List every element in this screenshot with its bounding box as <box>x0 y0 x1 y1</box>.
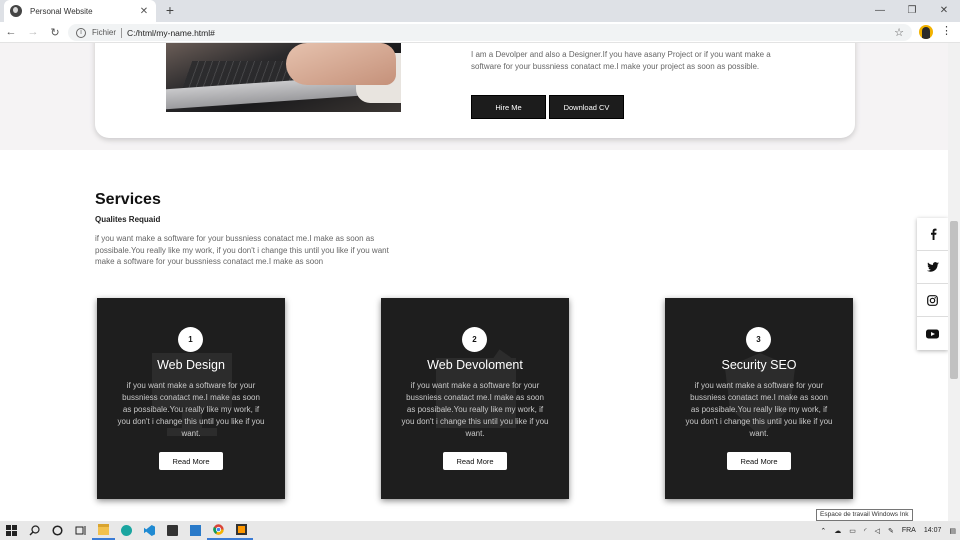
tab-title: Personal Website <box>30 6 93 16</box>
globe-icon <box>10 5 22 17</box>
new-tab-button[interactable]: + <box>162 2 178 18</box>
vscode-button[interactable] <box>138 521 161 540</box>
page-viewport: I am a Devolper and also a Designer.If y… <box>0 43 948 521</box>
card-title: Web Design <box>157 358 225 372</box>
card-text: if you want make a software for your bus… <box>685 381 833 438</box>
bookmark-star-icon[interactable]: ☆ <box>894 26 904 39</box>
back-icon[interactable]: ← <box>0 26 22 38</box>
windows-ink-icon[interactable]: ✎ <box>884 527 898 535</box>
cortana-button[interactable] <box>46 521 69 540</box>
services-subtitle: Qualites Requaid <box>95 215 161 224</box>
search-icon <box>29 525 40 536</box>
social-sidebar <box>917 218 948 350</box>
card-number-badge: 1 <box>178 327 203 352</box>
task-view-button[interactable] <box>69 521 92 540</box>
service-card-web-development: 2 Web Devoloment if you want make a soft… <box>381 298 569 499</box>
read-more-button[interactable]: Read More <box>159 452 223 470</box>
chrome-icon <box>213 524 224 535</box>
twitter-icon <box>926 262 939 272</box>
browser-tab[interactable]: Personal Website ✕ <box>4 0 156 22</box>
task-view-icon <box>75 526 86 535</box>
card-text: if you want make a software for your bus… <box>401 381 549 438</box>
minimize-button[interactable]: — <box>864 0 896 22</box>
clock[interactable]: 14:07 <box>920 527 946 534</box>
windows-logo-icon <box>6 525 17 536</box>
omnibox-scheme-label: Fichier <box>92 28 117 37</box>
folder-icon <box>98 524 109 535</box>
tab-bar: Personal Website ✕ + — ❐ ✕ <box>0 0 960 22</box>
service-card-security-seo: 3 Security SEO if you want make a softwa… <box>665 298 853 499</box>
volume-icon[interactable]: ◁ <box>871 527 884 535</box>
about-text: I am a Devolper and also a Designer.If y… <box>471 50 771 71</box>
profile-avatar[interactable] <box>919 25 933 39</box>
search-taskbar-button[interactable] <box>23 521 46 540</box>
sublime-button[interactable] <box>230 521 253 540</box>
forward-icon[interactable]: → <box>22 26 44 38</box>
hand-graphic <box>286 43 396 85</box>
youtube-icon <box>926 329 939 338</box>
read-more-button[interactable]: Read More <box>727 452 791 470</box>
address-bar[interactable]: i Fichier C:/html/my-name.html# ☆ <box>68 24 912 41</box>
services-title: Services <box>95 191 161 208</box>
instagram-icon <box>927 294 938 306</box>
sublime-icon <box>236 524 247 535</box>
card-number-badge: 2 <box>462 327 487 352</box>
onedrive-icon[interactable]: ☁ <box>830 527 845 535</box>
browser-toolbar: ← → ↻ i Fichier C:/html/my-name.html# ☆ … <box>0 22 960 43</box>
vscode-icon <box>144 525 155 536</box>
twitter-link[interactable] <box>917 251 948 284</box>
service-card-web-design: 1 Web Design if you want make a software… <box>97 298 285 499</box>
wifi-icon[interactable]: ◜ <box>860 527 871 535</box>
url-text[interactable]: C:/html/my-name.html# <box>127 28 894 38</box>
windows-ink-tooltip: Espace de travail Windows Ink <box>816 509 913 521</box>
window-controls: — ❐ ✕ <box>864 0 960 22</box>
laptop-photo <box>166 43 401 112</box>
windows-taskbar: ⌃ ☁ ▭ ◜ ◁ ✎ FRA 14:07 ▤ <box>0 521 960 540</box>
info-icon[interactable]: i <box>76 27 86 38</box>
browser-menu-icon[interactable]: ⋮ <box>941 24 952 37</box>
card-title: Security SEO <box>721 358 797 372</box>
restore-button[interactable]: ❐ <box>896 0 928 22</box>
facebook-link[interactable] <box>917 218 948 251</box>
close-window-button[interactable]: ✕ <box>928 0 960 22</box>
language-indicator[interactable]: FRA <box>898 527 920 534</box>
store-button[interactable] <box>161 521 184 540</box>
photos-button[interactable] <box>184 521 207 540</box>
download-cv-button[interactable]: Download CV <box>549 95 624 119</box>
file-explorer-button[interactable] <box>92 521 115 540</box>
hire-me-button[interactable]: Hire Me <box>471 95 546 119</box>
read-more-button[interactable]: Read More <box>443 452 507 470</box>
tray-expand-icon[interactable]: ⌃ <box>816 527 830 535</box>
chrome-button[interactable] <box>207 521 230 540</box>
start-button[interactable] <box>0 521 23 540</box>
system-tray: ⌃ ☁ ▭ ◜ ◁ ✎ FRA 14:07 ▤ <box>816 521 960 540</box>
battery-icon[interactable]: ▭ <box>845 527 860 535</box>
facebook-icon <box>930 228 936 240</box>
instagram-link[interactable] <box>917 284 948 317</box>
reload-icon[interactable]: ↻ <box>44 26 66 39</box>
card-title: Web Devoloment <box>427 358 523 372</box>
card-text: if you want make a software for your bus… <box>117 381 265 438</box>
services-description: if you want make a software for your bus… <box>95 234 389 266</box>
page-scrollbar[interactable] <box>948 43 960 521</box>
close-tab-icon[interactable]: ✕ <box>138 6 150 17</box>
omnibox-separator <box>121 27 123 38</box>
cortana-circle-icon <box>52 525 63 536</box>
scrollbar-thumb[interactable] <box>950 221 958 379</box>
notification-icon[interactable]: ▤ <box>945 527 960 535</box>
edge-button[interactable] <box>115 521 138 540</box>
youtube-link[interactable] <box>917 317 948 350</box>
photos-icon <box>190 525 201 536</box>
store-bag-icon <box>167 525 178 536</box>
card-number-badge: 3 <box>746 327 771 352</box>
edge-icon <box>121 525 132 536</box>
